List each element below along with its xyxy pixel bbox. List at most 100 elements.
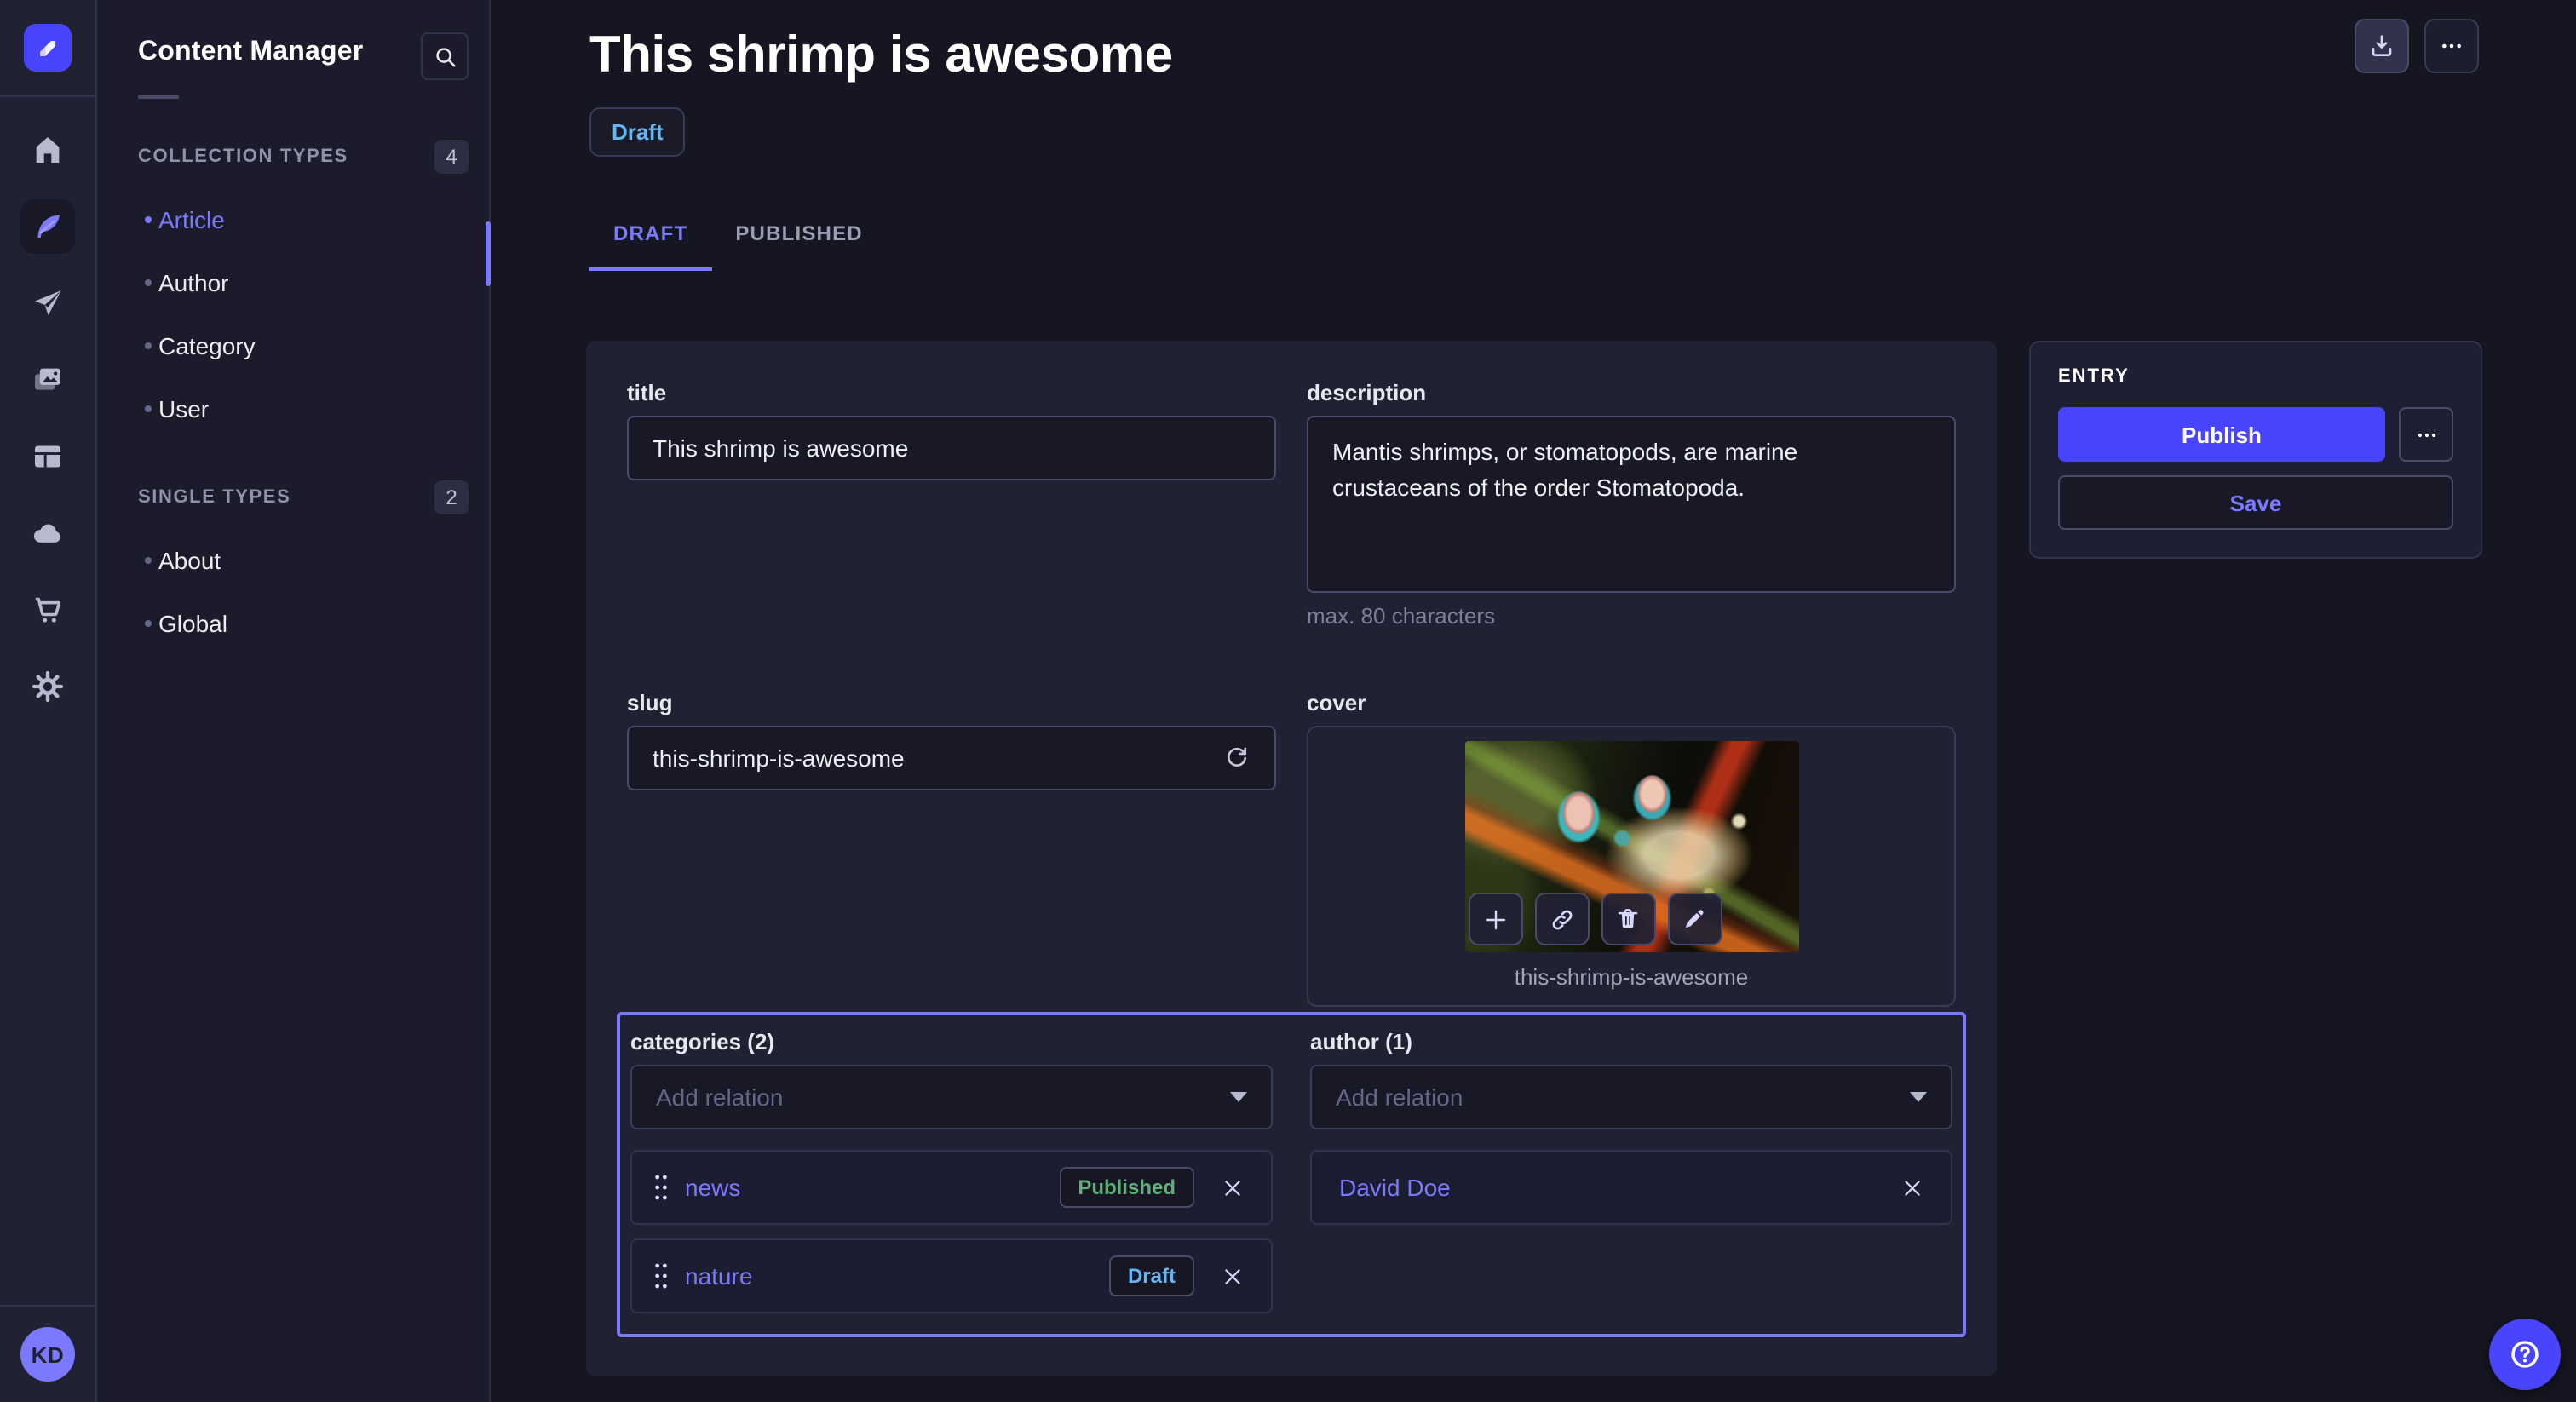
status-badge: Draft <box>589 107 686 157</box>
remove-relation-button[interactable] <box>1901 1176 1923 1198</box>
edit-form-card: title This shrimp is awesome description… <box>586 341 1997 1376</box>
media-icon <box>31 363 65 397</box>
sidebar-item-label: Article <box>158 205 225 233</box>
link-icon <box>1548 905 1575 933</box>
field-cover: cover <box>1307 690 1956 1007</box>
collection-types-list: Article Author Category User <box>97 187 489 440</box>
slug-input[interactable]: this-shrimp-is-awesome <box>627 726 1276 790</box>
collection-types-header: COLLECTION TYPES 4 <box>97 136 489 177</box>
tab-draft[interactable]: DRAFT <box>589 208 711 271</box>
feather-icon <box>31 210 65 244</box>
home-icon <box>31 133 65 167</box>
relation-link[interactable]: news <box>685 1174 740 1201</box>
subnav-title: Content Manager <box>138 37 469 68</box>
description-label: description <box>1307 380 1956 405</box>
header-more-button[interactable] <box>2424 19 2479 73</box>
single-types-count: 2 <box>434 480 469 514</box>
header-actions <box>2355 19 2479 73</box>
strapi-logo-icon[interactable] <box>24 24 72 72</box>
sidebar-item-author[interactable]: Author <box>97 250 489 313</box>
regenerate-icon[interactable] <box>1223 744 1251 772</box>
close-icon <box>1222 1176 1244 1198</box>
cart-icon <box>31 593 65 627</box>
nav-footer: KD <box>0 1305 95 1402</box>
search-button[interactable] <box>421 32 469 80</box>
sidebar-item-global[interactable]: Global <box>97 591 489 654</box>
relation-row-news: news Published <box>630 1150 1273 1225</box>
copy-link-button[interactable] <box>1534 893 1589 945</box>
slug-label: slug <box>627 690 1276 715</box>
remove-relation-button[interactable] <box>1222 1176 1244 1198</box>
nav-content-manager[interactable] <box>20 199 75 254</box>
sidebar-item-label: Category <box>158 331 256 359</box>
collection-types-label: COLLECTION TYPES <box>138 147 348 167</box>
remove-relation-button[interactable] <box>1222 1265 1244 1287</box>
relation-row-david-doe: David Doe <box>1310 1150 1952 1225</box>
subnav-divider <box>138 95 179 99</box>
bullet-icon <box>145 279 152 285</box>
content-manager-subnav: Content Manager COLLECTION TYPES 4 Artic… <box>97 0 491 1402</box>
trash-icon <box>1615 906 1641 932</box>
bullet-icon <box>145 405 152 411</box>
entry-heading: ENTRY <box>2058 366 2453 387</box>
user-avatar[interactable]: KD <box>20 1327 75 1382</box>
tab-published[interactable]: PUBLISHED <box>711 208 887 271</box>
chevron-down-icon <box>1910 1092 1927 1102</box>
cover-actions <box>1468 893 1722 945</box>
author-placeholder: Add relation <box>1336 1083 1463 1111</box>
nav-deploy[interactable] <box>20 506 75 560</box>
export-button[interactable] <box>2355 19 2409 73</box>
nav-settings[interactable] <box>20 659 75 714</box>
relation-link[interactable]: nature <box>685 1262 752 1290</box>
gear-icon <box>31 669 65 704</box>
field-author: author (1) Add relation David Doe <box>1307 1029 1956 1313</box>
close-icon <box>1222 1265 1244 1287</box>
title-input[interactable]: This shrimp is awesome <box>627 416 1276 480</box>
description-textarea[interactable]: Mantis shrimps, or stomatopods, are mari… <box>1307 416 1956 593</box>
field-title: title This shrimp is awesome <box>627 380 1276 629</box>
nav-media-library[interactable] <box>20 353 75 407</box>
help-button[interactable] <box>2489 1319 2561 1390</box>
categories-placeholder: Add relation <box>656 1083 783 1111</box>
drag-handle-icon[interactable] <box>653 1172 670 1203</box>
drag-handle-icon[interactable] <box>653 1261 670 1291</box>
nav-content-type-builder[interactable] <box>20 429 75 484</box>
categories-relation-select[interactable]: Add relation <box>630 1065 1273 1129</box>
sidebar-item-about[interactable]: About <box>97 528 489 591</box>
single-types-header: SINGLE TYPES 2 <box>97 477 489 518</box>
sidebar-item-article[interactable]: Article <box>97 187 489 250</box>
relation-status-badge: Published <box>1059 1167 1194 1208</box>
relations-highlight-box: categories (2) Add relation news <box>617 1012 1966 1337</box>
field-description: description Mantis shrimps, or stomatopo… <box>1307 380 1956 629</box>
bullet-icon <box>145 619 152 626</box>
cover-image[interactable] <box>1464 741 1798 952</box>
edit-asset-button[interactable] <box>1667 893 1722 945</box>
send-icon <box>31 286 65 320</box>
cover-label: cover <box>1307 690 1956 715</box>
relation-link[interactable]: David Doe <box>1339 1174 1451 1201</box>
sidebar-item-category[interactable]: Category <box>97 313 489 376</box>
app-window: KD Content Manager COLLECTION TYPES 4 Ar… <box>0 0 2576 1402</box>
strapi-logo-wrap <box>0 0 95 97</box>
nav-icon-list <box>0 97 95 1305</box>
sidebar-item-user[interactable]: User <box>97 376 489 440</box>
nav-marketplace[interactable] <box>20 583 75 637</box>
download-icon <box>2368 32 2395 60</box>
collection-types-count: 4 <box>434 140 469 174</box>
page-title: This shrimp is awesome <box>589 27 1173 85</box>
search-icon <box>432 43 457 69</box>
publish-button[interactable]: Publish <box>2058 407 2385 462</box>
nav-home[interactable] <box>20 123 75 177</box>
more-icon <box>2438 32 2465 60</box>
delete-asset-button[interactable] <box>1601 893 1655 945</box>
nav-releases[interactable] <box>20 276 75 330</box>
entry-more-button[interactable] <box>2399 407 2453 462</box>
close-icon <box>1901 1176 1923 1198</box>
author-relation-select[interactable]: Add relation <box>1310 1065 1952 1129</box>
add-asset-button[interactable] <box>1468 893 1522 945</box>
save-button[interactable]: Save <box>2058 475 2453 530</box>
author-label: author (1) <box>1310 1029 1952 1054</box>
pencil-icon <box>1682 906 1707 932</box>
cloud-icon <box>31 516 65 550</box>
relation-row-nature: nature Draft <box>630 1238 1273 1313</box>
